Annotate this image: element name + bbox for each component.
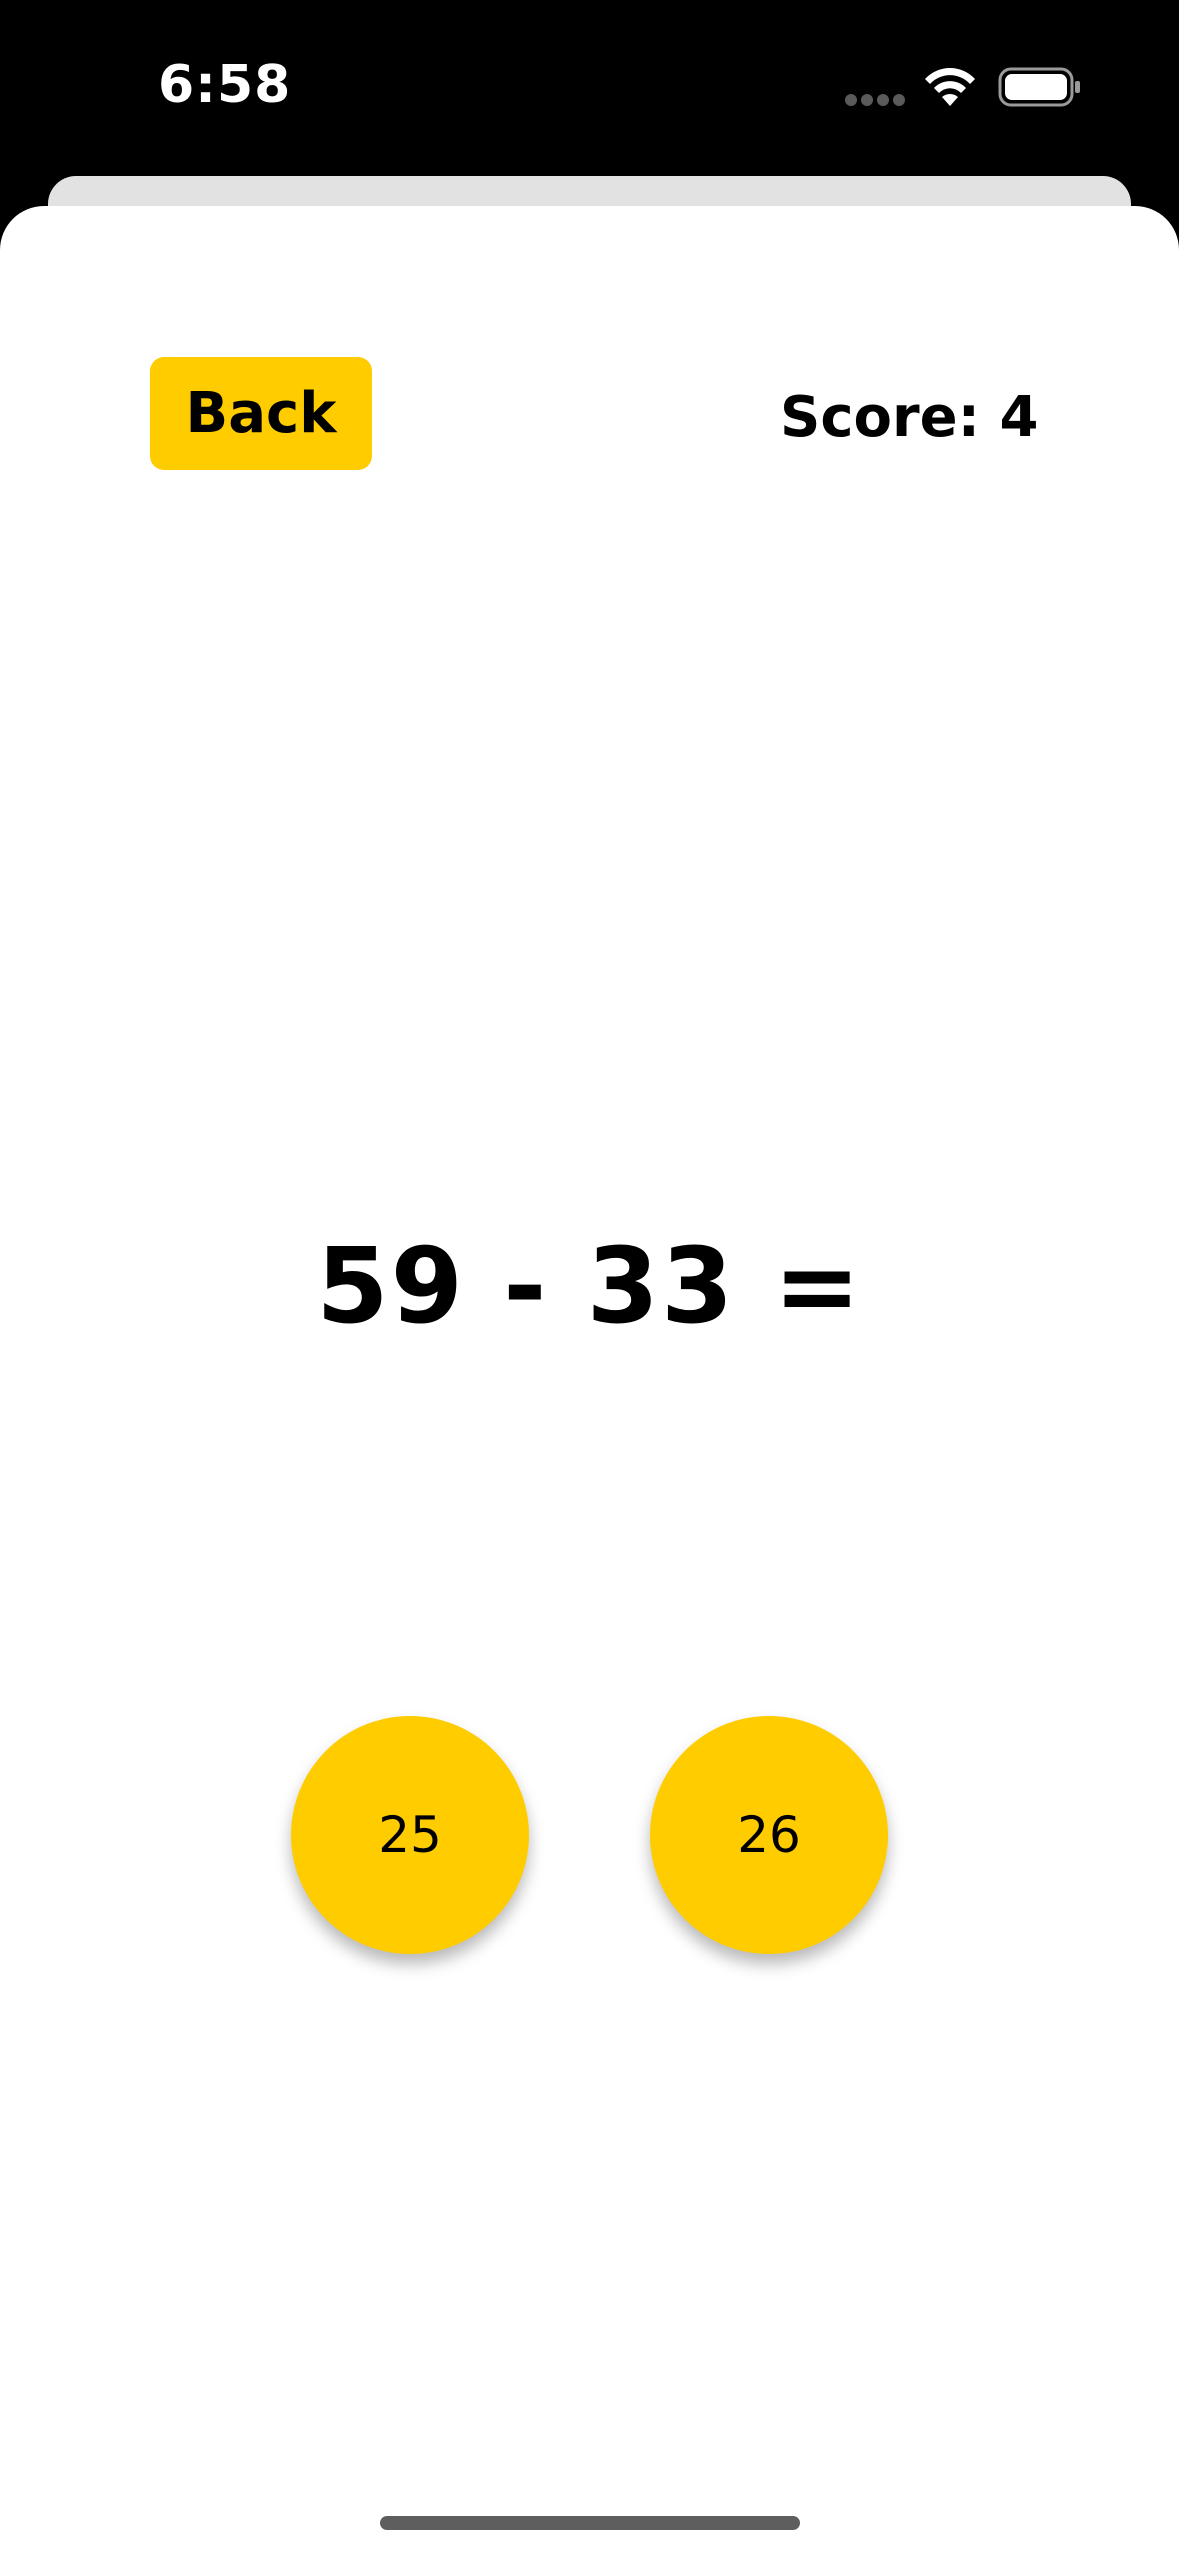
status-bar: 6:58 — [0, 0, 1179, 175]
answer-option-button[interactable]: 26 — [650, 1716, 888, 1954]
battery-icon — [998, 67, 1080, 107]
score-label: Score: 4 — [780, 385, 1039, 450]
quiz-card — [0, 206, 1179, 2556]
answer-option-button[interactable]: 25 — [291, 1716, 529, 1954]
status-time: 6:58 — [158, 55, 292, 115]
home-indicator[interactable] — [380, 2516, 800, 2530]
wifi-icon — [925, 68, 975, 106]
back-button[interactable]: Back — [150, 357, 372, 470]
question-text: 59 - 33 = — [316, 1225, 863, 1347]
signal-dots-icon — [845, 94, 905, 106]
